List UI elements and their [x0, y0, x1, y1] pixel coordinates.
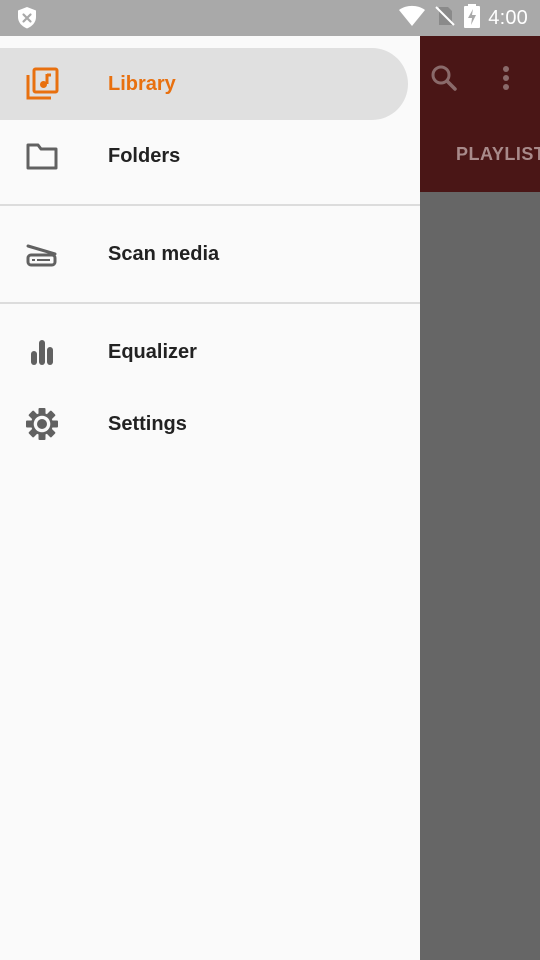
battery-charging-icon: [464, 3, 481, 33]
drawer-item-library[interactable]: Library: [0, 48, 408, 120]
scanner-icon: [24, 236, 60, 272]
shield-notification-icon: [14, 6, 40, 30]
app-toolbar: [420, 36, 540, 192]
status-icons: 4:00: [398, 0, 528, 36]
drawer-item-label: Settings: [108, 412, 187, 435]
folder-icon: [24, 138, 60, 174]
tab-playlist[interactable]: PLAYLIST: [456, 144, 540, 165]
drawer-item-label: Equalizer: [108, 340, 197, 363]
divider: [0, 204, 420, 206]
library-music-icon: [24, 66, 60, 102]
equalizer-icon: [24, 334, 60, 370]
status-bar: 4:00: [0, 0, 540, 36]
navigation-drawer: Library Folders Scan media Equalizer Set…: [0, 36, 420, 960]
drawer-item-label: Library: [108, 72, 176, 95]
drawer-item-equalizer[interactable]: Equalizer: [0, 316, 408, 388]
more-vert-icon[interactable]: [494, 62, 518, 94]
drawer-item-label: Scan media: [108, 242, 220, 265]
drawer-item-folders[interactable]: Folders: [0, 120, 408, 192]
no-sim-icon: [434, 5, 456, 32]
wifi-icon: [398, 5, 426, 32]
search-icon[interactable]: [428, 62, 460, 94]
drawer-item-scan-media[interactable]: Scan media: [0, 218, 408, 290]
status-time: 4:00: [488, 6, 528, 29]
settings-gear-icon: [24, 406, 60, 442]
drawer-item-label: Folders: [108, 144, 181, 167]
drawer-item-settings[interactable]: Settings: [0, 388, 408, 460]
divider: [0, 302, 420, 304]
scrim[interactable]: [420, 192, 540, 960]
